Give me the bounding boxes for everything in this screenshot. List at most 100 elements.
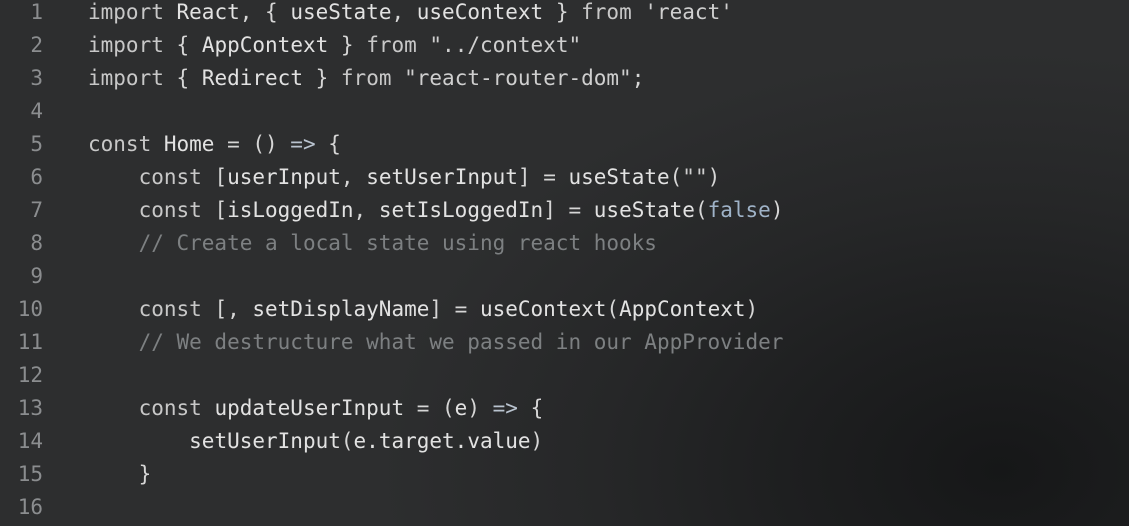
code-token: } — [328, 33, 367, 57]
code-token: updateUserInput — [214, 396, 405, 420]
line-number: 15 — [17, 462, 43, 486]
line-number: 9 — [30, 264, 43, 288]
code-token: ; — [631, 66, 645, 90]
line-code: import React, { useState, useContext } f… — [88, 0, 733, 29]
code-line[interactable]: 3 import { Redirect } from "react-router-… — [0, 62, 1129, 95]
code-line[interactable]: 14 setUserInput(e.target.value) — [0, 425, 1129, 458]
line-code: setUserInput(e.target.value) — [88, 425, 543, 458]
code-token: setIsLoggedIn — [378, 198, 544, 222]
line-code: } — [88, 458, 152, 491]
line-code: const Home = () => { — [88, 128, 341, 161]
line-code: // Create a local state using react hook… — [88, 227, 657, 260]
code-token: useState — [568, 165, 670, 189]
code-token: ( — [669, 165, 683, 189]
line-code: const [userInput, setUserInput] = useSta… — [88, 161, 721, 194]
code-token: = ( — [404, 396, 455, 420]
code-token: ) — [745, 297, 759, 321]
code-token: = () — [214, 132, 291, 156]
code-token: "" — [682, 165, 708, 189]
code-token: // Create a local state using react hook… — [138, 231, 657, 255]
code-line[interactable]: 8 // Create a local state using react ho… — [0, 227, 1129, 260]
line-number: 2 — [30, 33, 43, 57]
code-token: setUserInput — [366, 165, 518, 189]
code-token: ( — [694, 198, 708, 222]
code-token: [ — [214, 198, 228, 222]
code-token: } — [543, 0, 582, 24]
code-token: Home — [163, 132, 215, 156]
line-number: 12 — [17, 363, 43, 387]
code-token: useState — [290, 0, 392, 24]
code-token: , — [391, 0, 417, 24]
code-token: AppContext — [201, 33, 329, 57]
code-token: "../context" — [429, 33, 582, 57]
code-token: ) — [707, 165, 721, 189]
code-token: setDisplayName — [252, 297, 430, 321]
code-token: , — [353, 198, 379, 222]
code-token: , { — [239, 0, 291, 24]
code-line[interactable]: 9 — [0, 260, 1129, 293]
line-number: 6 — [30, 165, 43, 189]
code-token: const — [138, 198, 215, 222]
code-line[interactable]: 5 const Home = () => { — [0, 128, 1129, 161]
code-token: ( — [606, 297, 620, 321]
line-number: 14 — [17, 429, 43, 453]
line-code: const updateUserInput = (e) => { — [88, 392, 544, 425]
line-number: 16 — [17, 495, 43, 519]
code-token: AppContext — [619, 297, 746, 321]
line-code: import { Redirect } from "react-router-d… — [88, 62, 644, 95]
code-token: ] = — [543, 198, 594, 222]
code-line[interactable]: 15 } — [0, 458, 1129, 491]
code-line[interactable]: 7 const [isLoggedIn, setIsLoggedIn] = us… — [0, 194, 1129, 227]
code-token: { — [176, 66, 202, 90]
code-line[interactable]: 13 const updateUserInput = (e) => { — [0, 392, 1129, 425]
line-code: const [isLoggedIn, setIsLoggedIn] = useS… — [88, 194, 784, 227]
line-code: import { AppContext } from "../context" — [88, 29, 581, 62]
line-code: // We destructure what we passed in our … — [88, 326, 784, 359]
code-line[interactable]: 10 const [, setDisplayName] = useContext… — [0, 293, 1129, 326]
code-editor[interactable]: 1 import React, { useState, useContext } … — [0, 0, 1129, 526]
code-token: "react-router-dom" — [404, 66, 632, 90]
code-line[interactable]: 16 — [0, 491, 1129, 524]
line-number: 13 — [17, 396, 43, 420]
code-token: from — [366, 33, 430, 57]
line-number: 4 — [30, 99, 43, 123]
code-token: const — [138, 297, 215, 321]
code-token: React — [176, 0, 240, 24]
code-token: false — [707, 198, 771, 222]
line-number: 5 — [30, 132, 43, 156]
code-token: from — [581, 0, 645, 24]
code-token: const — [88, 132, 164, 156]
code-token: ) — [770, 198, 784, 222]
code-token: } — [138, 462, 152, 486]
code-token: userInput — [227, 165, 341, 189]
code-token: useState — [593, 198, 695, 222]
code-token: isLoggedIn — [227, 198, 354, 222]
code-token: ) — [530, 429, 544, 453]
code-line[interactable]: 11 // We destructure what we passed in o… — [0, 326, 1129, 359]
line-number: 7 — [30, 198, 43, 222]
code-token: Redirect — [201, 66, 303, 90]
code-line[interactable]: 12 — [0, 359, 1129, 392]
line-number: 3 — [30, 66, 43, 90]
code-token: ) — [467, 396, 493, 420]
code-token: { — [315, 132, 341, 156]
code-token: useContext — [479, 297, 607, 321]
code-token: [ — [214, 165, 228, 189]
code-token: import — [88, 66, 177, 90]
code-token: => — [290, 132, 316, 156]
code-token: from — [340, 66, 405, 90]
code-token: const — [138, 396, 215, 420]
code-token: [, — [214, 297, 253, 321]
code-line[interactable]: 4 — [0, 95, 1129, 128]
code-token: useContext — [416, 0, 544, 24]
code-line[interactable]: 6 const [userInput, setUserInput] = useS… — [0, 161, 1129, 194]
code-token: ] = — [517, 165, 569, 189]
code-line[interactable]: 1 import React, { useState, useContext } … — [0, 0, 1129, 29]
code-line[interactable]: 2 import { AppContext } from "../context" — [0, 29, 1129, 62]
